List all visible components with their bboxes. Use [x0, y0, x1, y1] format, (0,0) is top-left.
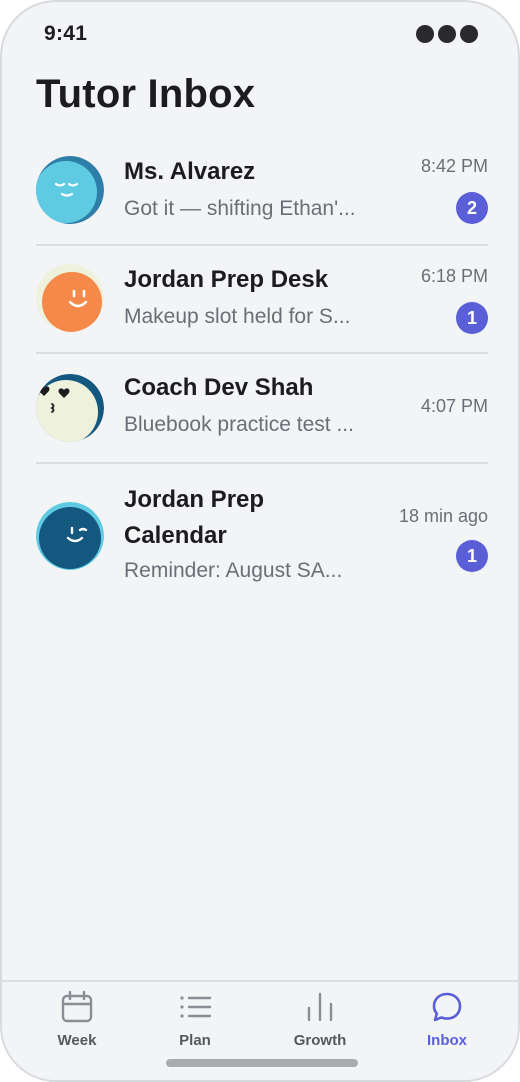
contact-name: Jordan Prep: [124, 486, 265, 513]
smiling-face-avatar-icon: [36, 264, 104, 332]
tab-label: Week: [57, 1032, 97, 1049]
message-time: 4:07 PM: [420, 396, 488, 416]
status-dot-icon: [416, 25, 434, 43]
status-dot-icon: [438, 25, 456, 43]
unread-badge: 1: [456, 540, 488, 572]
tab-label: Inbox: [427, 1032, 467, 1049]
message-time: 18 min ago: [398, 506, 488, 526]
message-preview: Reminder: August SA...: [124, 559, 343, 582]
tab-week[interactable]: Week: [32, 990, 122, 1049]
phone-screen: 9:41 Tutor Inbox Ms. Alvarez Got it — sh…: [0, 0, 520, 1082]
conversation-row-jordan-prep-desk[interactable]: Jordan Prep Desk Makeup slot held for S.…: [36, 244, 488, 352]
conversation-list: Ms. Alvarez Got it — shifting Ethan'... …: [36, 136, 488, 602]
contact-name: Ms. Alvarez: [124, 158, 256, 185]
unread-badge: 2: [456, 192, 488, 224]
conversation-row-ms-alvarez[interactable]: Ms. Alvarez Got it — shifting Ethan'... …: [36, 136, 488, 244]
message-time: 6:18 PM: [420, 266, 488, 286]
heart-eyes-face-avatar-icon: [36, 374, 104, 442]
tab-growth[interactable]: Growth: [275, 990, 365, 1049]
message-preview: Got it — shifting Ethan'...: [124, 197, 356, 220]
calendar-icon: [61, 990, 93, 1023]
page-title: Tutor Inbox: [36, 72, 256, 116]
tab-label: Growth: [293, 1032, 347, 1049]
avatar: [36, 374, 104, 442]
avatar: [36, 156, 104, 224]
message-preview: Bluebook practice test ...: [124, 413, 354, 436]
bar-chart-icon: [307, 992, 333, 1022]
list-icon: [180, 996, 212, 1018]
status-dot-icon: [460, 25, 478, 43]
chat-bubble-icon: [432, 992, 462, 1022]
winking-face-avatar-icon: [36, 502, 104, 570]
tab-label: Plan: [179, 1032, 211, 1049]
message-preview: Makeup slot held for S...: [124, 305, 351, 328]
status-icons: [416, 25, 478, 43]
contact-name-line-2: Calendar: [124, 522, 227, 549]
avatar: [36, 264, 104, 332]
sleepy-face-avatar-icon: [36, 156, 104, 224]
conversation-row-coach-dev-shah[interactable]: Coach Dev Shah Bluebook practice test ..…: [36, 352, 488, 462]
home-indicator[interactable]: [166, 1059, 358, 1067]
contact-name: Jordan Prep Desk: [124, 266, 329, 293]
status-time: 9:41: [44, 22, 88, 45]
message-time: 8:42 PM: [420, 156, 488, 176]
tab-inbox[interactable]: Inbox: [402, 990, 492, 1049]
conversation-row-jordan-prep-calendar[interactable]: Jordan Prep Calendar Reminder: August SA…: [36, 462, 488, 602]
avatar: [36, 502, 104, 570]
unread-badge: 1: [456, 302, 488, 334]
tab-plan[interactable]: Plan: [150, 990, 240, 1049]
contact-name: Coach Dev Shah: [124, 374, 314, 401]
